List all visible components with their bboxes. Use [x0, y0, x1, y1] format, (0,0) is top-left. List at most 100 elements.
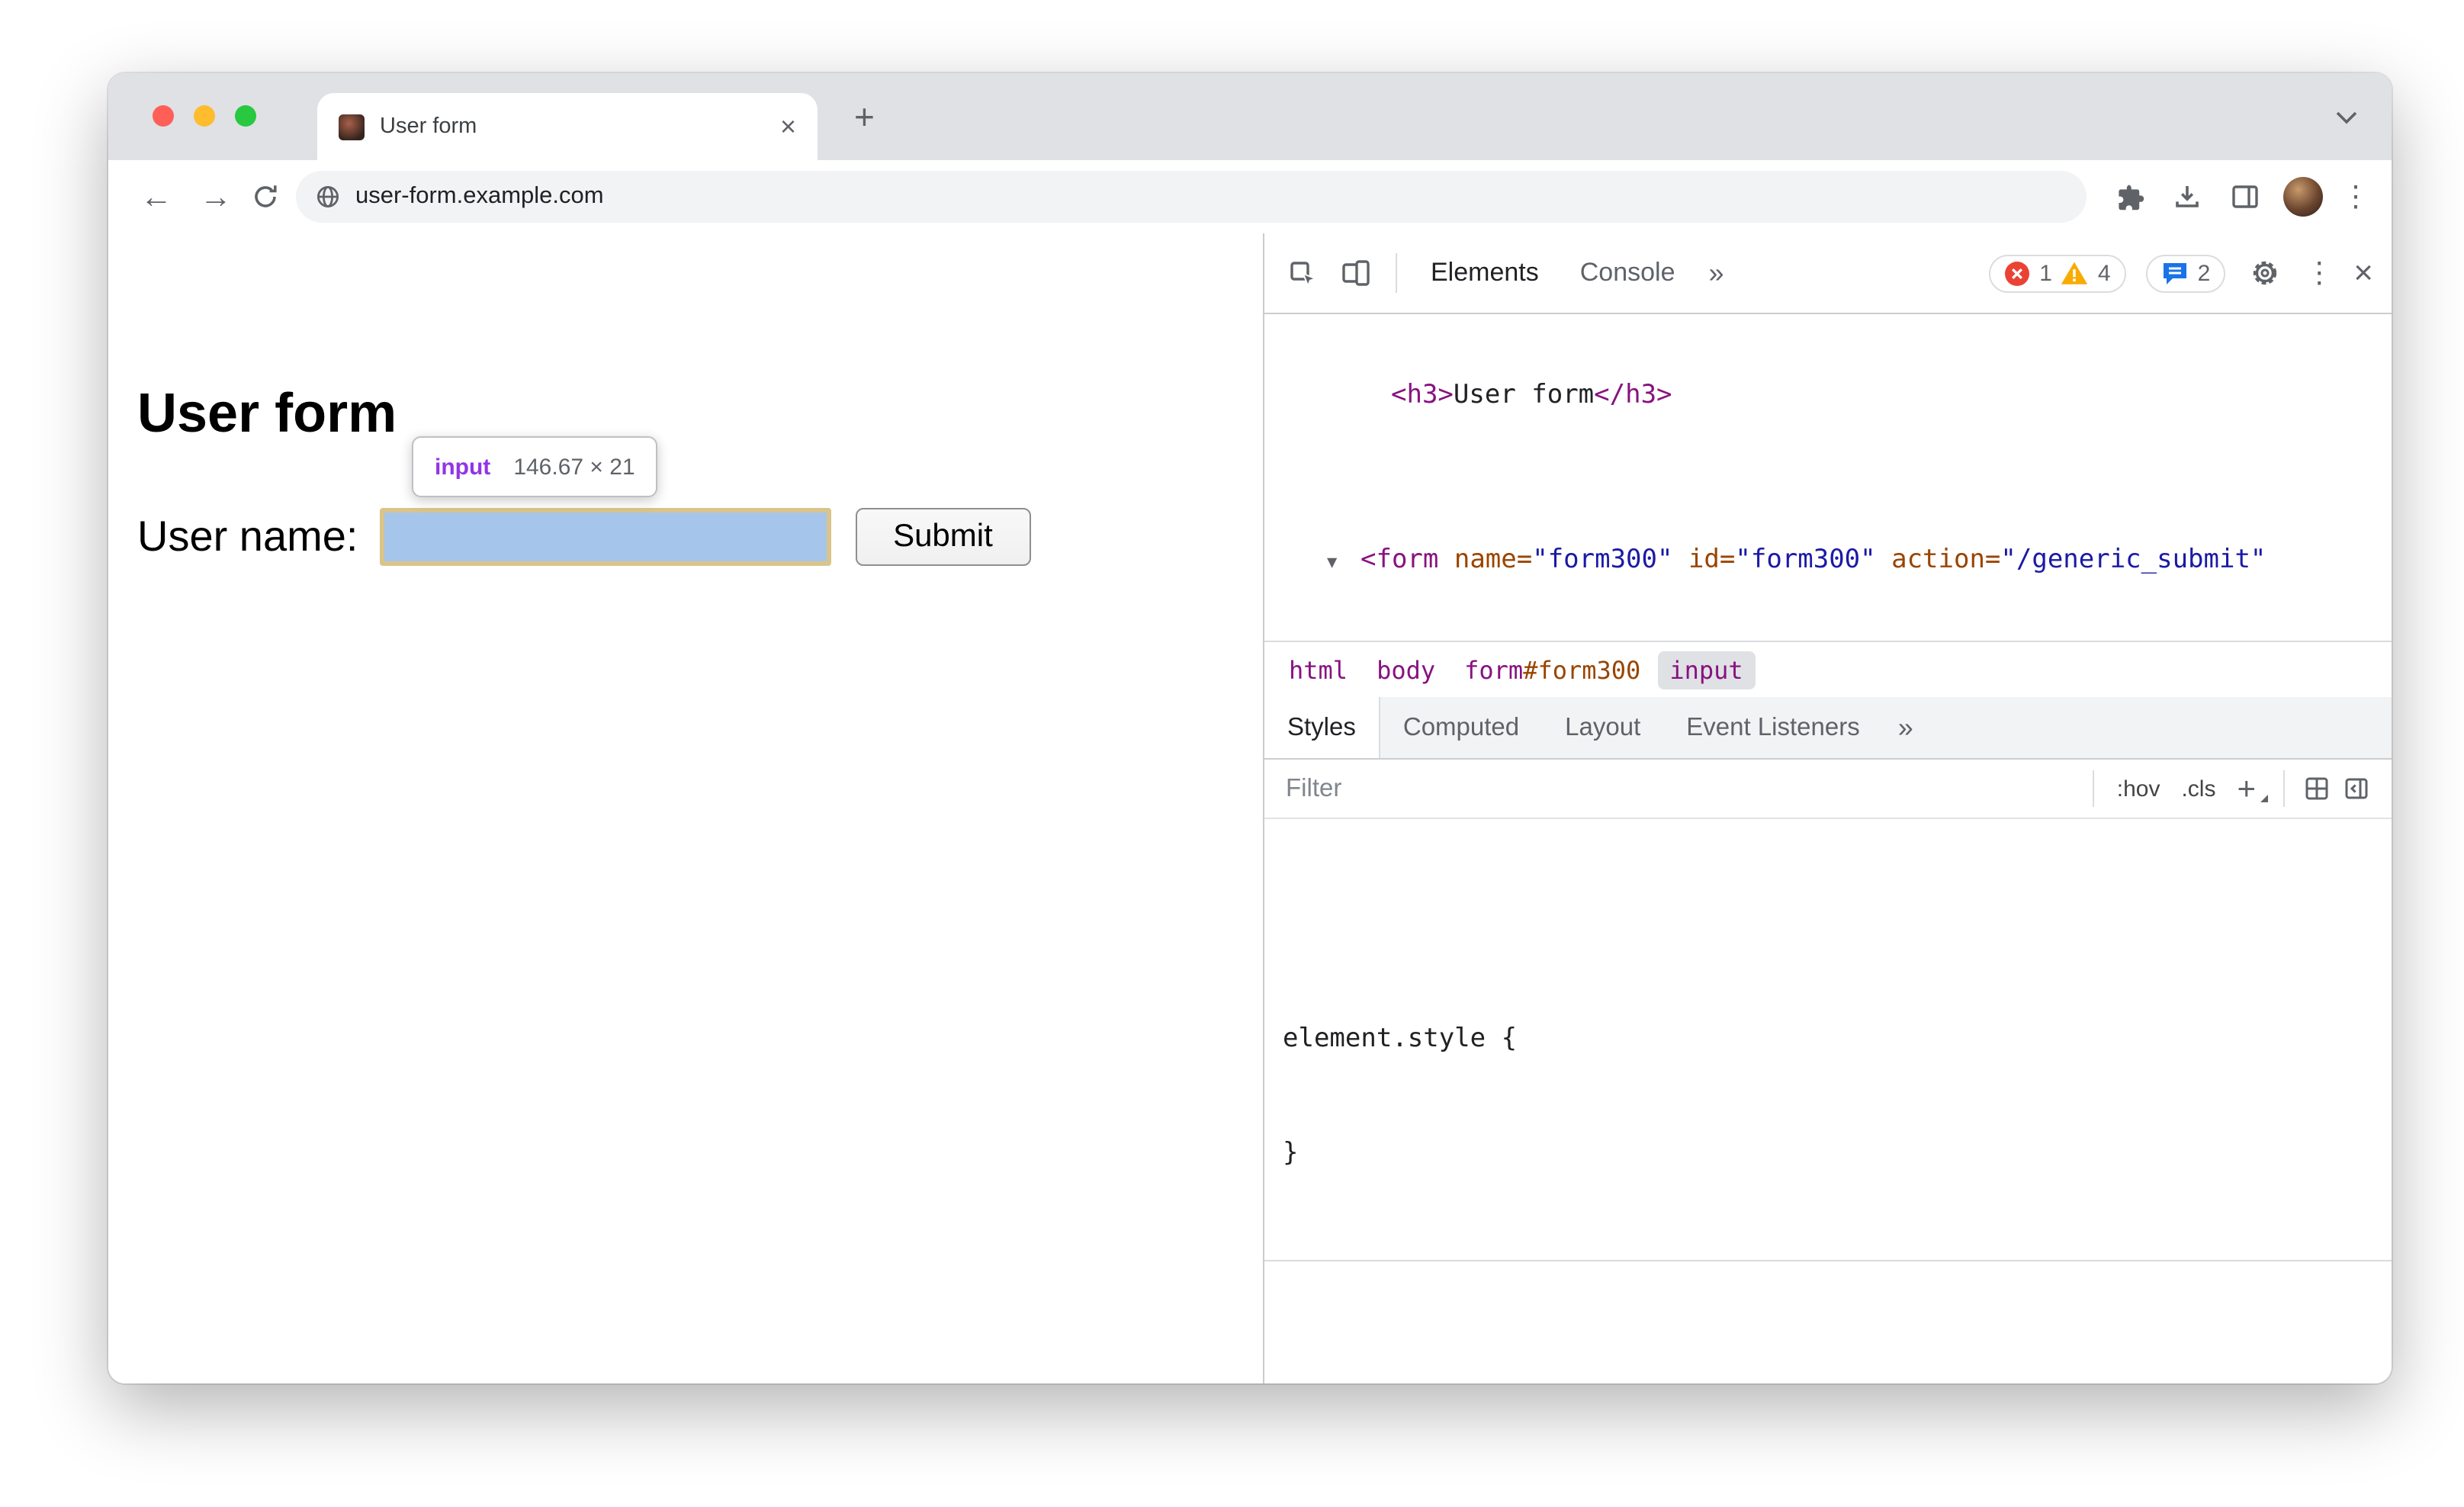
address-bar[interactable]: user-form.example.com	[296, 171, 2087, 223]
computed-sidebar-toggle-button[interactable]	[2337, 769, 2376, 808]
close-devtools-button[interactable]: ×	[2353, 255, 2373, 290]
extensions-button[interactable]	[2109, 177, 2149, 217]
brace-line: }	[1283, 1135, 2373, 1173]
inspect-icon	[1290, 262, 1318, 288]
code-token: <h3>	[1391, 380, 1454, 410]
breadcrumb-form[interactable]: form#form300	[1452, 651, 1653, 689]
code-token: <form	[1361, 545, 1439, 575]
settings-button[interactable]	[2245, 253, 2285, 293]
devtools-toolbar: Elements Console » 1 4 2 ⋮ ×	[1264, 233, 2392, 314]
side-panel-button[interactable]	[2225, 177, 2265, 217]
breadcrumb-html[interactable]: html	[1277, 651, 1360, 689]
grid-icon	[2305, 777, 2328, 800]
element-classes-button[interactable]: .cls	[2181, 776, 2215, 802]
divider	[2092, 770, 2094, 807]
code-token: id=	[1672, 545, 1736, 575]
tab-strip: User form × +	[108, 73, 2392, 160]
toolbar-actions: ⋮	[2109, 177, 2370, 217]
rule-selector: element.style	[1283, 1023, 1486, 1054]
divider	[2283, 770, 2285, 807]
dom-node-form-open[interactable]: ▼ <form name="form300" id="form300" actio…	[1264, 540, 2392, 581]
side-panel-icon	[2232, 185, 2258, 208]
back-button[interactable]: ←	[140, 181, 172, 213]
sidebar-tabs: Styles Computed Layout Event Listeners »	[1264, 697, 2392, 760]
issue-count: 2	[2197, 260, 2211, 286]
url-text: user-form.example.com	[355, 183, 604, 209]
tab-elements[interactable]: Elements	[1431, 258, 1539, 288]
reload-button[interactable]	[246, 177, 285, 217]
more-panels-button[interactable]: »	[1709, 257, 1724, 289]
device-icon	[1342, 260, 1370, 286]
dom-node-heading[interactable]: <h3>User form</h3>	[1264, 375, 2392, 416]
tab-favicon-icon	[339, 114, 365, 140]
download-icon	[2176, 186, 2199, 207]
errors-warnings-badge[interactable]: 1 4	[1989, 254, 2126, 292]
tooltip-dimensions: 146.67 × 21	[513, 454, 635, 480]
breadcrumb-body[interactable]: body	[1364, 651, 1447, 689]
username-label: User name:	[137, 513, 358, 560]
content-area: User form input 146.67 × 21 User name: S…	[108, 233, 2392, 1383]
brace: }	[1283, 1138, 1299, 1168]
reload-icon	[255, 185, 277, 207]
rule-selector-line[interactable]: element.style {	[1283, 1020, 2373, 1059]
tab-close-icon[interactable]: ×	[780, 113, 796, 140]
username-input[interactable]	[379, 508, 831, 566]
code-token: User form	[1453, 380, 1595, 410]
close-window-button[interactable]	[153, 105, 174, 127]
tab-computed[interactable]: Computed	[1380, 697, 1542, 758]
web-page: User form input 146.67 × 21 User name: S…	[108, 233, 1263, 1383]
code-token: "/generic_submit"	[2000, 545, 2266, 575]
error-count: 1	[2039, 260, 2052, 286]
brace: {	[1486, 1023, 1518, 1054]
divider	[1396, 253, 1397, 293]
user-form-row: User name: Submit	[137, 508, 1031, 566]
tab-event-listeners[interactable]: Event Listeners	[1663, 697, 1882, 758]
devtools-menu-button[interactable]: ⋮	[2305, 255, 2334, 291]
breadcrumb-form-id: #form300	[1523, 655, 1641, 684]
tab-list-chevron-icon[interactable]	[2335, 110, 2358, 124]
warning-icon	[2061, 262, 2089, 284]
downloads-button[interactable]	[2167, 177, 2207, 217]
new-tab-button[interactable]: +	[854, 96, 875, 137]
styles-filter-input[interactable]	[1283, 773, 2080, 805]
puzzle-icon	[2118, 184, 2144, 210]
tab-styles[interactable]: Styles	[1264, 697, 1380, 758]
expander-icon[interactable]: ▼	[1327, 541, 1337, 583]
sidebar-arrow-icon	[2345, 778, 2368, 799]
code-token: action=	[1875, 545, 2001, 575]
error-icon	[2005, 261, 2030, 285]
minimize-window-button[interactable]	[194, 105, 215, 127]
profile-avatar[interactable]	[2283, 177, 2323, 217]
device-toolbar-button[interactable]	[1336, 253, 1376, 293]
tab-console[interactable]: Console	[1580, 258, 1675, 288]
submit-button[interactable]: Submit	[855, 508, 1031, 566]
styles-filter-bar: :hov .cls +	[1264, 760, 2392, 819]
forward-button[interactable]: →	[200, 181, 232, 213]
browser-window: User form × + ← → user-form.example.com	[108, 73, 2392, 1383]
new-style-rule-button[interactable]: +	[2237, 773, 2256, 805]
gear-icon	[2254, 261, 2277, 285]
tooltip-element-tag: input	[435, 454, 491, 480]
tab-title: User form	[380, 114, 477, 139]
toggle-element-state-button[interactable]: :hov	[2117, 776, 2160, 802]
inspect-element-button[interactable]	[1283, 253, 1322, 293]
breadcrumb-input[interactable]: input	[1657, 651, 1756, 689]
breadcrumb-form-tag: form	[1464, 655, 1524, 684]
rendering-grid-button[interactable]	[2297, 769, 2337, 808]
site-info-globe-icon[interactable]	[316, 185, 340, 209]
more-sidebar-tabs-button[interactable]: »	[1883, 697, 1929, 758]
elements-tree: <h3>User form</h3> ▼ <form name= "form300"…	[1264, 314, 2392, 641]
issues-badge[interactable]: 2	[2145, 254, 2226, 292]
zoom-window-button[interactable]	[235, 105, 256, 127]
code-token: name=	[1438, 545, 1533, 575]
inspect-tooltip: input 146.67 × 21	[412, 436, 658, 497]
tab-layout[interactable]: Layout	[1542, 697, 1663, 758]
new-style-rule-caret-icon	[2260, 794, 2268, 802]
breadcrumb: html body form#form300 input	[1264, 641, 2392, 697]
styles-pane: element.style { } user agent stylesheet …	[1264, 819, 2392, 1383]
window-controls	[153, 105, 256, 127]
browser-tab[interactable]: User form ×	[317, 93, 818, 160]
code-token: </h3>	[1594, 380, 1672, 410]
browser-menu-button[interactable]: ⋮	[2341, 179, 2370, 214]
code-token: "form300"	[1735, 545, 1876, 575]
